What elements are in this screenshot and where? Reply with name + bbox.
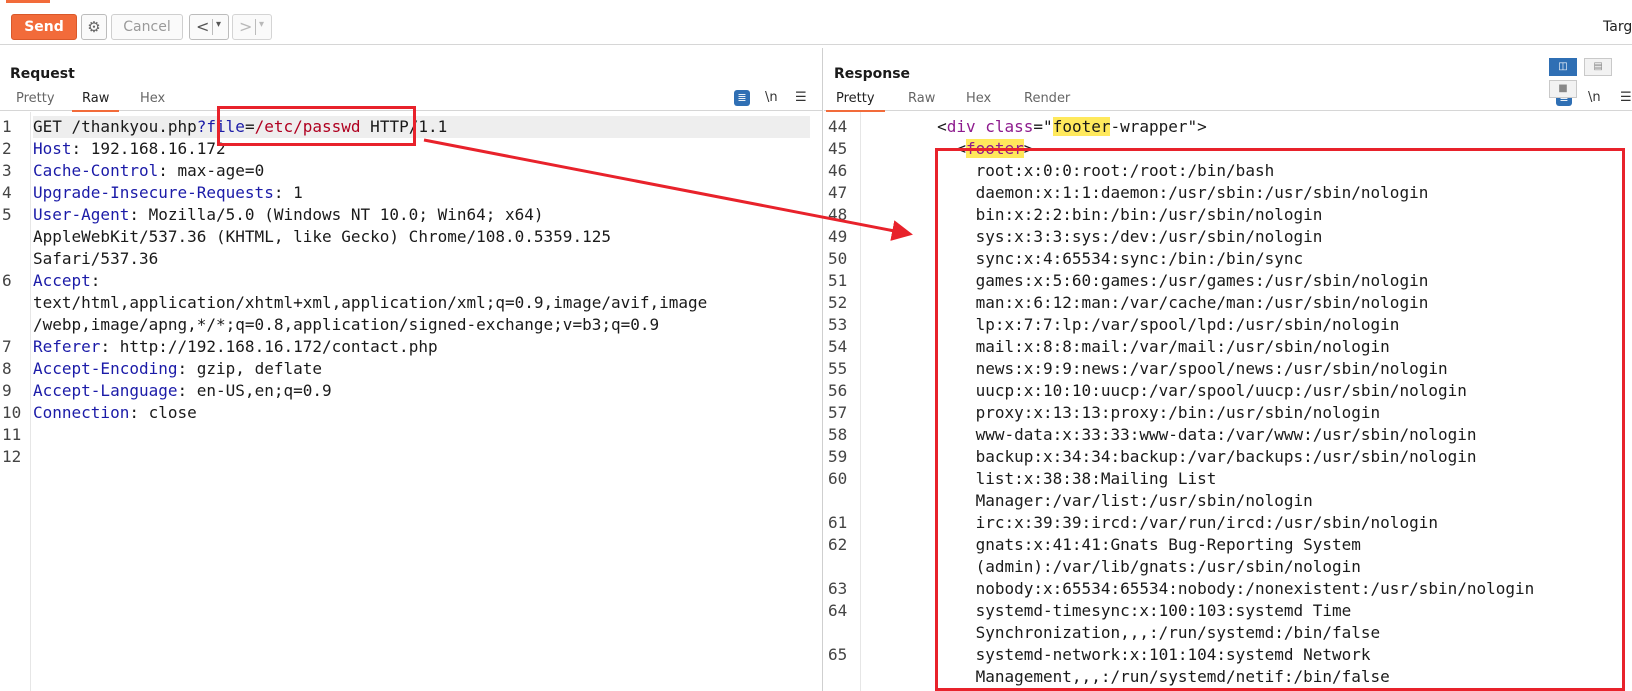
annotation-arrow bbox=[423, 138, 913, 241]
arrow-line bbox=[423, 138, 913, 241]
